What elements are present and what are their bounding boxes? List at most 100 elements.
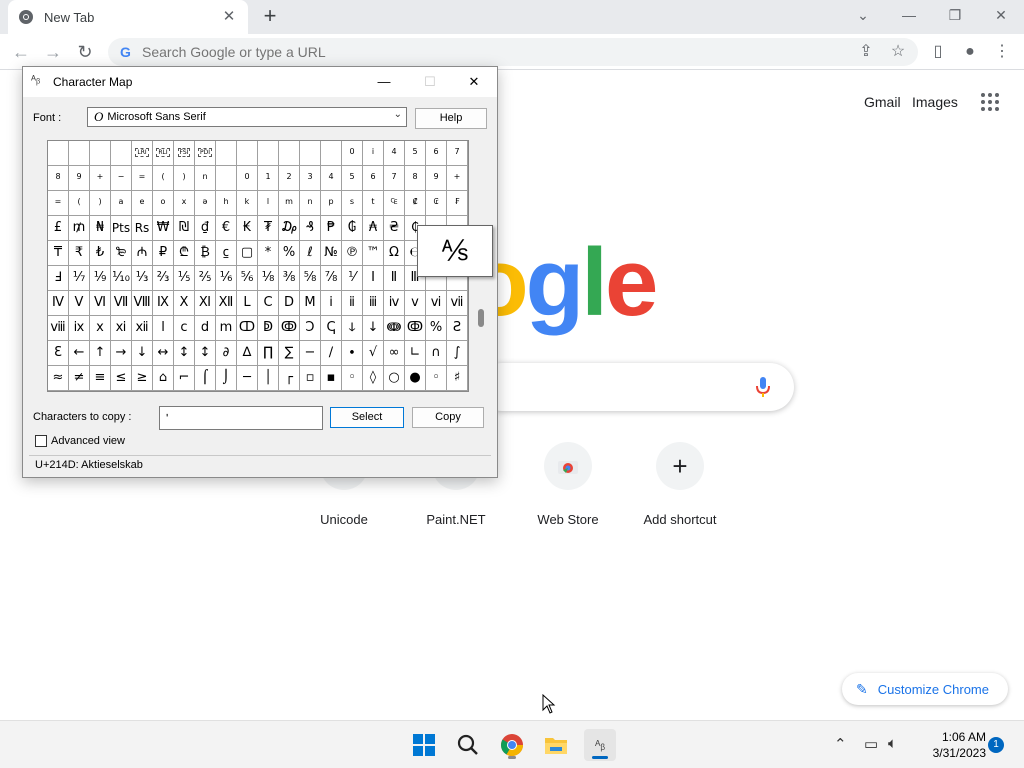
char-cell[interactable]: Ⅳ (48, 291, 69, 316)
char-cell[interactable] (69, 141, 90, 166)
char-cell[interactable]: + (90, 166, 111, 191)
char-cell[interactable]: ₦ (90, 216, 111, 241)
char-cell[interactable]: ─ (237, 366, 258, 391)
char-cell[interactable]: ₿ (195, 241, 216, 266)
tab-new-tab[interactable]: New Tab ✕ (8, 0, 248, 34)
char-cell[interactable]: ◦ (426, 366, 447, 391)
char-cell[interactable]: Ɛ (48, 341, 69, 366)
char-cell[interactable]: Ⅱ (384, 266, 405, 291)
char-cell[interactable]: ∑ (279, 341, 300, 366)
char-cell[interactable] (279, 141, 300, 166)
char-cell[interactable]: 1 (258, 166, 279, 191)
char-cell[interactable]: Ⅻ (216, 291, 237, 316)
char-cell[interactable]: ™ (363, 241, 384, 266)
char-cell[interactable]: ♯ (447, 366, 468, 391)
char-cell[interactable] (300, 141, 321, 166)
char-cell[interactable]: ∩ (426, 341, 447, 366)
char-cell[interactable]: 6 (426, 141, 447, 166)
char-cell[interactable]: ⌂ (153, 366, 174, 391)
char-cell[interactable]: ◦ (342, 366, 363, 391)
char-cell[interactable]: ⅞ (321, 266, 342, 291)
char-cell[interactable]: ⅔ (153, 266, 174, 291)
char-cell[interactable] (258, 141, 279, 166)
char-cell[interactable]: ⅳ (384, 291, 405, 316)
char-cell[interactable]: 4 (321, 166, 342, 191)
char-cell[interactable]: ⅼ (153, 316, 174, 341)
char-cell[interactable]: ₮ (258, 216, 279, 241)
char-cell[interactable]: ← (69, 341, 90, 366)
char-cell[interactable]: 8 (48, 166, 69, 191)
char-cell[interactable]: ⅵ (426, 291, 447, 316)
char-cell[interactable]: ₲ (342, 216, 363, 241)
char-cell[interactable]: m (279, 191, 300, 216)
taskbar-character-map[interactable]: ᴬᵦ (584, 729, 616, 761)
char-cell[interactable]: Ↄ (300, 316, 321, 341)
char-cell[interactable]: № (321, 241, 342, 266)
char-cell[interactable]: ( (153, 166, 174, 191)
char-cell[interactable]: t (363, 191, 384, 216)
char-cell[interactable]: Ⅾ (279, 291, 300, 316)
char-cell[interactable] (237, 141, 258, 166)
copy-button[interactable]: Copy (412, 407, 484, 428)
char-cell[interactable]: 8 (405, 166, 426, 191)
char-cell[interactable]: = (132, 166, 153, 191)
char-cell[interactable]: ⅲ (363, 291, 384, 316)
char-cell[interactable]: Rs (132, 216, 153, 241)
char-cell[interactable]: 5 (405, 141, 426, 166)
char-cell[interactable]: 9 (69, 166, 90, 191)
char-cell[interactable]: 4 (384, 141, 405, 166)
char-cell[interactable]: 5 (342, 166, 363, 191)
char-cell[interactable]: ↆ (342, 316, 363, 341)
char-cell[interactable]: Pts (111, 216, 132, 241)
shortcut-web-store[interactable]: Web Store (512, 442, 624, 532)
char-cell[interactable]: ₳ (363, 216, 384, 241)
char-cell[interactable]: Ꙅ (447, 316, 468, 341)
menu-kebab-icon[interactable]: ⋮ (990, 39, 1014, 65)
char-cell[interactable]: ⅽ (174, 316, 195, 341)
char-cell[interactable]: ) (90, 191, 111, 216)
char-cell[interactable]: ⅛ (258, 266, 279, 291)
customize-chrome-button[interactable]: ✎ Customize Chrome (842, 673, 1008, 705)
reload-button[interactable]: ↻ (72, 39, 98, 65)
char-cell[interactable]: ⌐ (174, 366, 195, 391)
char-cell[interactable]: o (153, 191, 174, 216)
char-cell[interactable]: ↅ (321, 316, 342, 341)
char-cell[interactable]: ⅟ (342, 266, 363, 291)
char-cell[interactable]: Ⅼ (237, 291, 258, 316)
char-cell[interactable]: ⅱ (342, 291, 363, 316)
char-cell[interactable]: 0 (342, 141, 363, 166)
char-cell[interactable]: £ (48, 216, 69, 241)
gmail-link[interactable]: Gmail (864, 94, 901, 110)
char-cell[interactable]: │ (258, 366, 279, 391)
char-cell[interactable]: ₫ (195, 216, 216, 241)
char-cell[interactable]: ⅾ (195, 316, 216, 341)
checkbox-box[interactable] (35, 435, 47, 447)
grid-scrollbar-thumb[interactable] (478, 309, 484, 327)
char-cell[interactable]: ⃀ (216, 241, 237, 266)
char-cell[interactable]: h (216, 191, 237, 216)
char-cell[interactable] (321, 141, 342, 166)
char-cell[interactable]: ₱ (321, 216, 342, 241)
char-cell[interactable]: Ⅸ (153, 291, 174, 316)
char-cell[interactable]: % (279, 241, 300, 266)
char-cell[interactable]: ₥ (69, 216, 90, 241)
char-cell[interactable]: ⅷ (48, 316, 69, 341)
char-cell[interactable]: i (363, 141, 384, 166)
char-cell[interactable]: a (111, 191, 132, 216)
char-cell[interactable] (111, 141, 132, 166)
char-cell[interactable]: ℗ (342, 241, 363, 266)
char-cell[interactable]: ⅺ (111, 316, 132, 341)
char-cell[interactable]: ₻ (111, 241, 132, 266)
char-cell[interactable]: ⅒ (111, 266, 132, 291)
volume-icon[interactable]: 🔈︎ (888, 735, 897, 752)
restore-button[interactable]: ❐ (932, 0, 978, 30)
char-cell[interactable] (90, 141, 111, 166)
char-cell[interactable]: ∞ (384, 341, 405, 366)
taskbar-file-explorer[interactable] (540, 729, 572, 761)
char-cell[interactable]: s (342, 191, 363, 216)
char-cell[interactable]: ⅿ (216, 316, 237, 341)
char-cell[interactable]: n (195, 166, 216, 191)
close-tab-icon[interactable]: ✕ (220, 8, 238, 26)
help-button[interactable]: Help (415, 108, 487, 129)
char-cell[interactable]: ⅑ (90, 266, 111, 291)
